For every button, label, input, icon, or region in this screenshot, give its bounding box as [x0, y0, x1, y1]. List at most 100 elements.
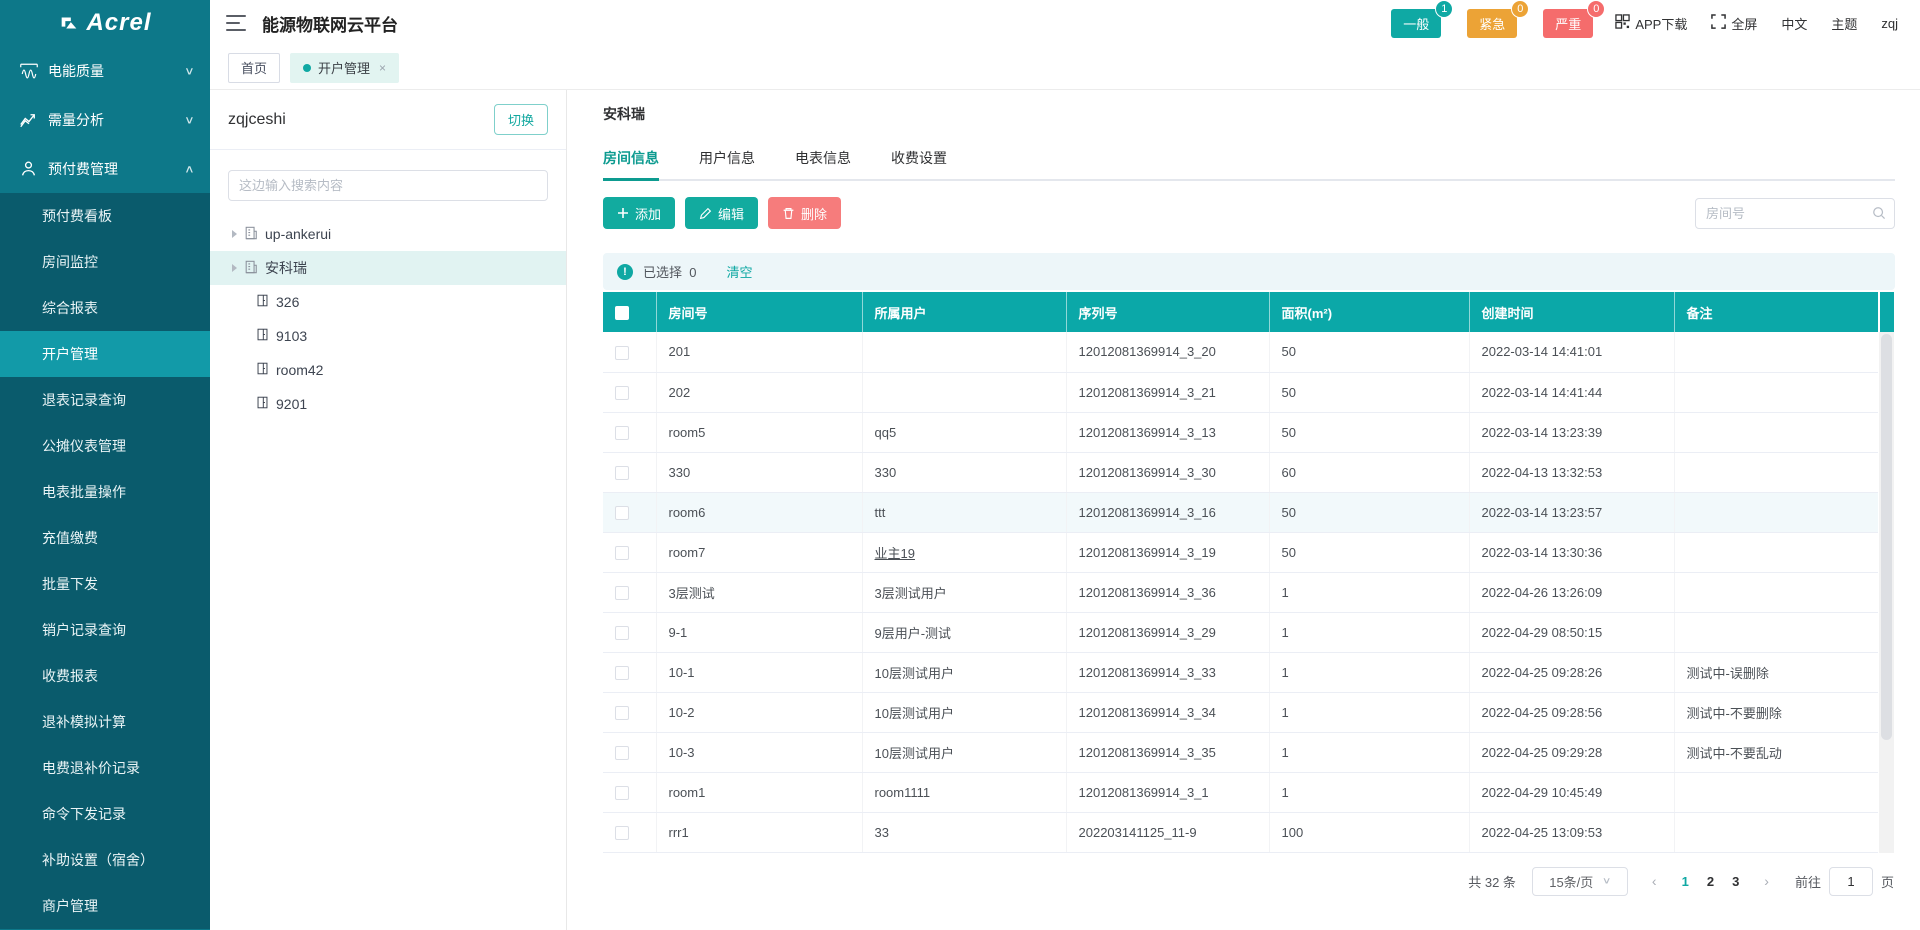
detail-tabs: 房间信息用户信息电表信息收费设置 [603, 138, 1895, 181]
sidebar-subitem-销户记录查询[interactable]: 销户记录查询 [0, 607, 210, 653]
room-search-input[interactable] [1695, 198, 1895, 229]
goto-page-input[interactable] [1829, 867, 1873, 896]
user-text: ttt [875, 505, 886, 520]
sidebar-item-预付费管理[interactable]: 预付费管理∧ [0, 144, 210, 193]
row-checkbox[interactable] [615, 706, 629, 720]
tree-leaf-9201[interactable]: 9201 [210, 387, 566, 421]
edit-button[interactable]: 编辑 [685, 197, 758, 229]
row-checkbox[interactable] [615, 386, 629, 400]
tree-leaf-326[interactable]: 326 [210, 285, 566, 319]
cell-serial: 12012081369914_3_34 [1066, 692, 1269, 732]
sidebar-subitem-退补模拟计算[interactable]: 退补模拟计算 [0, 699, 210, 745]
table-row[interactable]: 33033012012081369914_3_30602022-04-13 13… [603, 452, 1878, 492]
sidebar-subitem-公摊仪表管理[interactable]: 公摊仪表管理 [0, 423, 210, 469]
scrollbar-thumb[interactable] [1881, 334, 1892, 740]
table-row[interactable]: room5qq512012081369914_3_13502022-03-14 … [603, 412, 1878, 452]
tab-电表信息[interactable]: 电表信息 [795, 138, 851, 179]
tree-leaf-room42[interactable]: room42 [210, 353, 566, 387]
row-checkbox[interactable] [615, 666, 629, 680]
header-link-全屏[interactable]: 全屏 [1711, 14, 1757, 33]
row-checkbox[interactable] [615, 746, 629, 760]
tab-用户信息[interactable]: 用户信息 [699, 138, 755, 179]
user-link[interactable]: 业主19 [875, 546, 915, 561]
table-row[interactable]: 10-310层测试用户12012081369914_3_3512022-04-2… [603, 732, 1878, 772]
info-icon: ! [617, 264, 633, 280]
row-checkbox[interactable] [615, 626, 629, 640]
row-checkbox[interactable] [615, 826, 629, 840]
table-row[interactable]: 10-210层测试用户12012081369914_3_3412022-04-2… [603, 692, 1878, 732]
tree-search-input[interactable] [228, 170, 548, 201]
row-checkbox[interactable] [615, 466, 629, 480]
sidebar-subitem-预付费看板[interactable]: 预付费看板 [0, 193, 210, 239]
table-row[interactable]: room1room111112012081369914_3_112022-04-… [603, 772, 1878, 812]
header-link-zqj[interactable]: zqj [1881, 16, 1898, 31]
breadcrumb-tab-开户管理[interactable]: 开户管理× [290, 53, 399, 83]
alarm-badge-一般[interactable]: 一般1 [1391, 9, 1441, 38]
row-checkbox[interactable] [615, 786, 629, 800]
table-row[interactable]: 20212012081369914_3_21502022-03-14 14:41… [603, 372, 1878, 412]
table-row[interactable]: room7业主1912012081369914_3_19502022-03-14… [603, 532, 1878, 572]
tree-node-up-ankerui[interactable]: up-ankerui [210, 217, 566, 251]
sidebar-subitem-退表记录查询[interactable]: 退表记录查询 [0, 377, 210, 423]
breadcrumb-tab-首页[interactable]: 首页 [228, 53, 280, 83]
caret-right-icon[interactable] [232, 230, 237, 238]
tree-leaf-9103[interactable]: 9103 [210, 319, 566, 353]
header-link-中文[interactable]: 中文 [1781, 14, 1807, 33]
user-text: 10层测试用户 [875, 666, 954, 681]
sidebar-subitem-房间监控[interactable]: 房间监控 [0, 239, 210, 285]
sidebar-item-需量分析[interactable]: 需量分析∨ [0, 95, 210, 144]
collapse-menu-icon[interactable] [226, 15, 246, 31]
alarm-badge-紧急[interactable]: 紧急0 [1467, 9, 1517, 38]
table-row[interactable]: rrr133202203141125_11-91002022-04-25 13:… [603, 812, 1878, 852]
sidebar-subitem-电表批量操作[interactable]: 电表批量操作 [0, 469, 210, 515]
table-row[interactable]: 20112012081369914_3_20502022-03-14 14:41… [603, 332, 1878, 372]
table-scrollbar[interactable] [1879, 292, 1894, 853]
add-button[interactable]: 添加 [603, 197, 675, 229]
row-checkbox[interactable] [615, 586, 629, 600]
page-button-1[interactable]: 1 [1673, 874, 1698, 889]
table-row[interactable]: 10-110层测试用户12012081369914_3_3312022-04-2… [603, 652, 1878, 692]
sidebar-subitem-开户管理[interactable]: 开户管理 [0, 331, 210, 377]
page-size-select[interactable]: 15条/页 ∨ [1532, 867, 1628, 896]
page-button-2[interactable]: 2 [1698, 874, 1723, 889]
caret-right-icon[interactable] [232, 264, 237, 272]
row-checkbox[interactable] [615, 426, 629, 440]
table-row[interactable]: room6ttt12012081369914_3_16502022-03-14 … [603, 492, 1878, 532]
header-link-APP下载[interactable]: APP下载 [1615, 14, 1687, 33]
header-link-主题[interactable]: 主题 [1831, 14, 1857, 33]
cell-area: 50 [1269, 412, 1469, 452]
page-button-3[interactable]: 3 [1723, 874, 1748, 889]
delete-button[interactable]: 删除 [768, 197, 841, 229]
close-icon[interactable]: × [379, 61, 386, 75]
sidebar-subitem-综合报表[interactable]: 综合报表 [0, 285, 210, 331]
sidebar-subitem-商户管理[interactable]: 商户管理 [0, 883, 210, 929]
switch-button[interactable]: 切换 [494, 104, 548, 135]
row-checkbox[interactable] [615, 506, 629, 520]
select-all-checkbox[interactable] [615, 306, 629, 320]
clear-selection-link[interactable]: 清空 [726, 262, 752, 281]
sidebar-subitem-电费退补价记录[interactable]: 电费退补价记录 [0, 745, 210, 791]
tab-房间信息[interactable]: 房间信息 [603, 138, 659, 179]
prepaid-user-icon [20, 160, 38, 178]
sidebar-subitem-收费报表[interactable]: 收费报表 [0, 653, 210, 699]
search-icon[interactable] [1872, 206, 1886, 220]
next-page-button[interactable]: › [1756, 873, 1777, 889]
row-checkbox[interactable] [615, 546, 629, 560]
cell-user: qq5 [862, 412, 1066, 452]
tree-node-安科瑞[interactable]: 安科瑞 [210, 251, 566, 285]
table-row[interactable]: 9-19层用户-测试12012081369914_3_2912022-04-29… [603, 612, 1878, 652]
sidebar-subitem-命令下发记录[interactable]: 命令下发记录 [0, 791, 210, 837]
row-checkbox[interactable] [615, 346, 629, 360]
tab-收费设置[interactable]: 收费设置 [891, 138, 947, 179]
sidebar-subitem-充值缴费[interactable]: 充值缴费 [0, 515, 210, 561]
cell-serial: 12012081369914_3_1 [1066, 772, 1269, 812]
prev-page-button[interactable]: ‹ [1644, 873, 1665, 889]
sidebar-subitem-批量下发[interactable]: 批量下发 [0, 561, 210, 607]
user-text: 10层测试用户 [875, 706, 954, 721]
sidebar-item-电能质量[interactable]: 电能质量∨ [0, 46, 210, 95]
alarm-badge-严重[interactable]: 严重0 [1543, 9, 1593, 38]
table-row[interactable]: 3层测试3层测试用户12012081369914_3_3612022-04-26… [603, 572, 1878, 612]
cell-room: 10-2 [656, 692, 862, 732]
sidebar-subitem-补助设置（宿舍）[interactable]: 补助设置（宿舍） [0, 837, 210, 883]
row-checkbox-cell [603, 692, 656, 732]
